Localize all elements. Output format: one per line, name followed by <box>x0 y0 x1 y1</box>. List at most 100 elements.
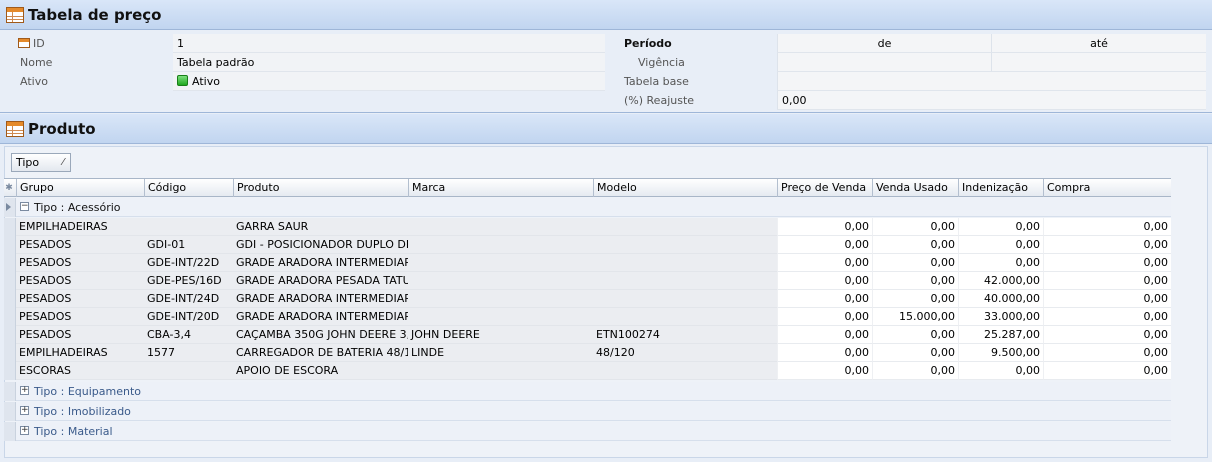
cell-venda-usado[interactable]: 0,00 <box>872 290 958 308</box>
column-header-grupo[interactable]: Grupo <box>16 179 144 197</box>
cell-marca[interactable]: LINDE <box>408 344 593 362</box>
column-header-indenizacao[interactable]: Indenização <box>958 179 1043 197</box>
cell-marca[interactable] <box>408 308 593 326</box>
cell-marca[interactable]: JOHN DEERE <box>408 326 593 344</box>
cell-marca[interactable] <box>408 272 593 290</box>
cell-venda-usado[interactable]: 15.000,00 <box>872 308 958 326</box>
cell-preco-venda[interactable]: 0,00 <box>777 362 872 380</box>
cell-produto[interactable]: GRADE ARADORA PESADA TATU 32 <box>233 272 408 290</box>
cell-indenizacao[interactable]: 40.000,00 <box>958 290 1043 308</box>
cell-compra[interactable]: 0,00 <box>1043 236 1171 254</box>
table-row[interactable]: EMPILHADEIRAS 1577 CARREGADOR DE BATERIA 4… <box>4 344 1171 362</box>
column-header-marca[interactable]: Marca <box>408 179 593 197</box>
cell-produto[interactable]: GRADE ARADORA INTERMEDIARIA <box>233 290 408 308</box>
column-header-produto[interactable]: Produto <box>233 179 408 197</box>
cell-produto[interactable]: GDI - POSICIONADOR DUPLO DE GA <box>233 236 408 254</box>
table-row[interactable]: PESADOSGDI-01GDI - POSICIONADOR DUPLO DE… <box>4 236 1171 254</box>
cell-codigo[interactable] <box>144 362 233 380</box>
cell-codigo[interactable]: GDE-PES/16D <box>144 272 233 290</box>
cell-modelo[interactable]: ETN100274 <box>593 326 777 344</box>
table-row[interactable]: EMPILHADEIRAS GARRA SAUR 0,00 0,00 0,00 0,00 <box>4 218 1171 236</box>
cell-indenizacao[interactable]: 0,00 <box>958 254 1043 272</box>
cell-marca[interactable] <box>408 290 593 308</box>
cell-modelo[interactable] <box>593 272 777 290</box>
cell-produto[interactable]: CAÇAMBA 350G JOHN DEERE 3,4 m <box>233 326 408 344</box>
cell-venda-usado[interactable]: 0,00 <box>872 362 958 380</box>
cell-modelo[interactable] <box>593 236 777 254</box>
vigencia-de-field[interactable] <box>777 53 991 72</box>
table-row[interactable]: PESADOSCBA-3,4CAÇAMBA 350G JOHN DEERE 3,… <box>4 326 1171 344</box>
new-row-icon[interactable]: ✱ <box>4 179 14 197</box>
cell-compra[interactable]: 0,00 <box>1043 362 1171 380</box>
collapse-icon[interactable]: − <box>20 202 29 211</box>
cell-codigo[interactable]: GDE-INT/20D <box>144 308 233 326</box>
cell-marca[interactable] <box>408 218 593 236</box>
cell-indenizacao[interactable]: 33.000,00 <box>958 308 1043 326</box>
cell-venda-usado[interactable]: 0,00 <box>872 344 958 362</box>
cell-modelo[interactable] <box>593 308 777 326</box>
cell-venda-usado[interactable]: 0,00 <box>872 218 958 236</box>
cell-compra[interactable]: 0,00 <box>1043 272 1171 290</box>
cell-compra[interactable]: 0,00 <box>1043 326 1171 344</box>
cell-grupo[interactable]: PESADOS <box>16 254 144 272</box>
expand-icon[interactable]: + <box>20 406 29 415</box>
nome-field[interactable]: Tabela padrão <box>173 53 605 72</box>
ativo-field[interactable]: Ativo <box>173 72 605 91</box>
cell-grupo[interactable]: ESCORAS <box>16 362 144 380</box>
cell-compra[interactable]: 0,00 <box>1043 344 1171 362</box>
cell-compra[interactable]: 0,00 <box>1043 218 1171 236</box>
cell-produto[interactable]: APOIO DE ESCORA <box>233 362 408 380</box>
cell-modelo[interactable]: 48/120 <box>593 344 777 362</box>
cell-indenizacao[interactable]: 0,00 <box>958 218 1043 236</box>
cell-preco-venda[interactable]: 0,00 <box>777 326 872 344</box>
cell-preco-venda[interactable]: 0,00 <box>777 218 872 236</box>
cell-grupo[interactable]: PESADOS <box>16 272 144 290</box>
column-header-compra[interactable]: Compra <box>1043 179 1171 197</box>
reajuste-field[interactable]: 0,00 <box>777 91 1206 110</box>
cell-indenizacao[interactable]: 42.000,00 <box>958 272 1043 290</box>
expand-icon[interactable]: + <box>20 386 29 395</box>
cell-preco-venda[interactable]: 0,00 <box>777 236 872 254</box>
cell-venda-usado[interactable]: 0,00 <box>872 272 958 290</box>
cell-preco-venda[interactable]: 0,00 <box>777 308 872 326</box>
cell-indenizacao[interactable]: 9.500,00 <box>958 344 1043 362</box>
cell-grupo[interactable]: EMPILHADEIRAS <box>16 218 144 236</box>
cell-marca[interactable] <box>408 236 593 254</box>
cell-preco-venda[interactable]: 0,00 <box>777 272 872 290</box>
tabela-base-field[interactable] <box>777 72 1206 91</box>
vigencia-ate-field[interactable] <box>991 53 1206 72</box>
cell-compra[interactable]: 0,00 <box>1043 290 1171 308</box>
column-header-modelo[interactable]: Modelo <box>593 179 777 197</box>
column-header-preco-venda[interactable]: Preço de Venda <box>777 179 872 197</box>
id-field[interactable]: 1 <box>173 34 605 53</box>
cell-codigo[interactable]: CBA-3,4 <box>144 326 233 344</box>
cell-preco-venda[interactable]: 0,00 <box>777 290 872 308</box>
cell-marca[interactable] <box>408 362 593 380</box>
group-row[interactable]: + Tipo : Equipamento <box>4 382 1171 401</box>
table-row[interactable]: PESADOS GDE-INT/20D GRADE ARADORA INTERMED… <box>4 308 1171 326</box>
cell-modelo[interactable] <box>593 362 777 380</box>
cell-codigo[interactable]: GDE-INT/22D <box>144 254 233 272</box>
cell-produto[interactable]: GRADE ARADORA INTERMEDIARIA <box>233 308 408 326</box>
cell-grupo[interactable]: PESADOS <box>16 290 144 308</box>
cell-produto[interactable]: GARRA SAUR <box>233 218 408 236</box>
cell-codigo[interactable] <box>144 218 233 236</box>
cell-grupo[interactable]: PESADOS <box>16 308 144 326</box>
cell-codigo[interactable]: 1577 <box>144 344 233 362</box>
cell-venda-usado[interactable]: 0,00 <box>872 254 958 272</box>
cell-modelo[interactable] <box>593 254 777 272</box>
cell-indenizacao[interactable]: 0,00 <box>958 236 1043 254</box>
table-row[interactable]: PESADOS GDE-INT/24D GRADE ARADORA INTERMED… <box>4 290 1171 308</box>
group-row[interactable]: + Tipo : Imobilizado <box>4 402 1171 421</box>
cell-produto[interactable]: GRADE ARADORA INTERMEDIARIA <box>233 254 408 272</box>
cell-grupo[interactable]: PESADOS <box>16 236 144 254</box>
checkbox-checked-icon[interactable] <box>177 75 188 86</box>
cell-grupo[interactable]: EMPILHADEIRAS <box>16 344 144 362</box>
cell-modelo[interactable] <box>593 218 777 236</box>
cell-indenizacao[interactable]: 0,00 <box>958 362 1043 380</box>
cell-marca[interactable] <box>408 254 593 272</box>
cell-grupo[interactable]: PESADOS <box>16 326 144 344</box>
column-header-codigo[interactable]: Código <box>144 179 233 197</box>
group-row[interactable]: + Tipo : Material <box>4 422 1171 441</box>
cell-compra[interactable]: 0,00 <box>1043 254 1171 272</box>
